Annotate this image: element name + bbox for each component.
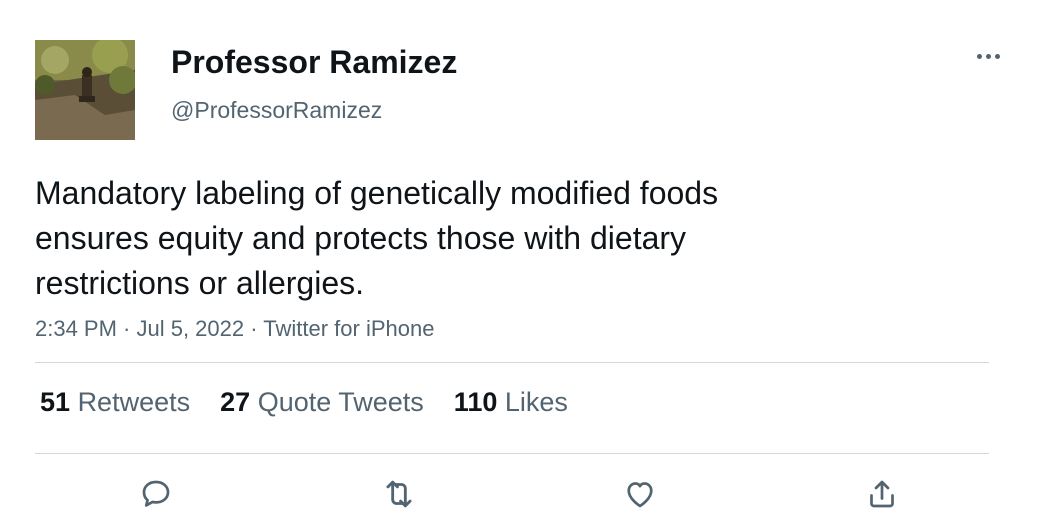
quote-tweets-stat[interactable]: 27 Quote Tweets	[220, 387, 424, 418]
retweets-stat[interactable]: 51 Retweets	[40, 387, 190, 418]
tweet-text: Mandatory labeling of genetically modifi…	[35, 171, 835, 306]
user-handle[interactable]: @ProfessorRamizez	[171, 97, 382, 124]
avatar-photo	[35, 40, 135, 140]
tweet-text-line: ensures equity and protects those with d…	[35, 220, 687, 256]
like-icon	[627, 482, 653, 508]
share-icon	[870, 480, 894, 508]
retweet-button[interactable]	[379, 474, 419, 514]
display-name[interactable]: Professor Ramizez	[171, 44, 457, 81]
share-button[interactable]	[862, 474, 902, 514]
likes-stat[interactable]: 110 Likes	[454, 387, 568, 418]
tweet-stats: 51 Retweets 27 Quote Tweets 110 Likes	[40, 387, 598, 418]
quote-tweets-label: Quote Tweets	[257, 387, 424, 417]
divider	[35, 362, 989, 363]
avatar[interactable]	[35, 40, 135, 140]
reply-icon	[142, 480, 170, 507]
reply-button[interactable]	[136, 474, 176, 514]
tweet-text-line: restrictions or allergies.	[35, 265, 364, 301]
retweet-icon	[386, 480, 412, 508]
retweets-count: 51	[40, 387, 71, 417]
quote-tweets-count: 27	[220, 387, 251, 417]
tweet-text-line: Mandatory labeling of genetically modifi…	[35, 175, 719, 211]
likes-count: 110	[453, 387, 498, 417]
retweets-label: Retweets	[77, 387, 191, 417]
like-button[interactable]	[620, 474, 660, 514]
tweet-meta[interactable]: 2:34 PM · Jul 5, 2022 · Twitter for iPho…	[35, 316, 434, 342]
more-horizontal-icon[interactable]	[972, 44, 1004, 68]
divider	[35, 453, 989, 454]
likes-label: Likes	[504, 387, 568, 417]
